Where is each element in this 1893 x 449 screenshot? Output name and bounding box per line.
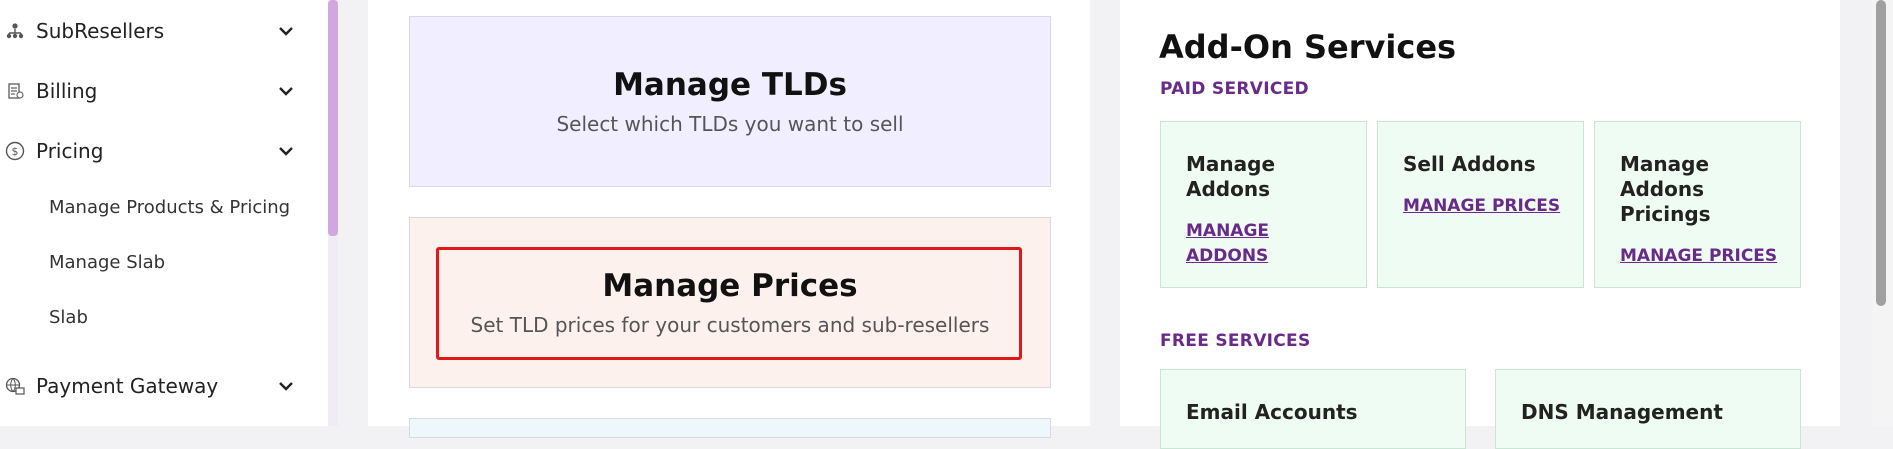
sidebar: SubResellers Billing $ Pricing Manage Pr…	[0, 0, 328, 426]
sidebar-scrollbar[interactable]	[328, 0, 338, 426]
chevron-down-icon[interactable]	[276, 141, 296, 161]
globe-card-icon	[4, 375, 26, 397]
card-title: Manage Prices	[602, 268, 858, 304]
network-icon	[4, 20, 26, 42]
addon-card-sell-addons: Sell Addons MANAGE PRICES	[1377, 121, 1584, 288]
free-card-email-accounts[interactable]: Email Accounts	[1160, 369, 1466, 449]
free-services-label: FREE SERVICES	[1160, 331, 1311, 351]
manage-prices-link[interactable]: MANAGE PRICES	[1403, 194, 1571, 219]
card-title: Manage TLDs	[613, 67, 847, 103]
addon-card-name: Manage Addons	[1186, 152, 1276, 201]
sidebar-item-pricing[interactable]: $ Pricing	[0, 131, 310, 171]
sidebar-subitem-manage-slab[interactable]: Manage Slab	[49, 252, 165, 273]
manage-prices-link[interactable]: MANAGE PRICES	[1620, 244, 1788, 269]
free-card-name: Email Accounts	[1186, 400, 1358, 424]
free-card-dns-management[interactable]: DNS Management	[1495, 369, 1801, 449]
page-scrollbar[interactable]	[1872, 0, 1893, 426]
sidebar-item-label: Pricing	[36, 139, 104, 163]
addon-card-name: Manage Addons Pricings	[1620, 152, 1711, 226]
sidebar-item-billing[interactable]: Billing	[0, 71, 310, 111]
manage-addons-link[interactable]: MANAGE ADDONS	[1186, 219, 1296, 269]
sidebar-subitem-slab[interactable]: Slab	[49, 307, 88, 328]
chevron-down-icon[interactable]	[276, 21, 296, 41]
sidebar-scrollbar-thumb[interactable]	[328, 0, 338, 236]
free-card-name: DNS Management	[1521, 400, 1723, 424]
sidebar-item-payment-gateway[interactable]: Payment Gateway	[0, 366, 310, 406]
sidebar-item-label: SubResellers	[36, 19, 165, 43]
sidebar-item-label: Billing	[36, 79, 98, 103]
manage-prices-card[interactable]: Manage Prices Set TLD prices for your cu…	[409, 217, 1051, 388]
addon-services-title: Add-On Services	[1159, 28, 1457, 66]
sidebar-subitem-manage-products-pricing[interactable]: Manage Products & Pricing	[49, 197, 290, 218]
chevron-down-icon[interactable]	[276, 81, 296, 101]
sidebar-item-label: Payment Gateway	[36, 374, 219, 398]
paid-services-label: PAID SERVICED	[1160, 79, 1309, 99]
card-subtitle: Set TLD prices for your customers and su…	[470, 313, 990, 337]
manage-tlds-card[interactable]: Manage TLDs Select which TLDs you want t…	[409, 16, 1051, 187]
svg-text:$: $	[12, 145, 19, 158]
sidebar-item-subresellers[interactable]: SubResellers	[0, 11, 310, 51]
receipt-icon	[4, 80, 26, 102]
addon-card-manage-addons: Manage Addons MANAGE ADDONS	[1160, 121, 1367, 288]
chevron-down-icon[interactable]	[276, 376, 296, 396]
addon-card-name: Sell Addons	[1403, 152, 1536, 176]
card-subtitle: Select which TLDs you want to sell	[556, 112, 904, 136]
page-scrollbar-thumb[interactable]	[1876, 0, 1886, 306]
dollar-circle-icon: $	[4, 140, 26, 162]
addon-card-manage-addons-pricings: Manage Addons Pricings MANAGE PRICES	[1594, 121, 1801, 288]
next-card[interactable]	[409, 418, 1051, 438]
